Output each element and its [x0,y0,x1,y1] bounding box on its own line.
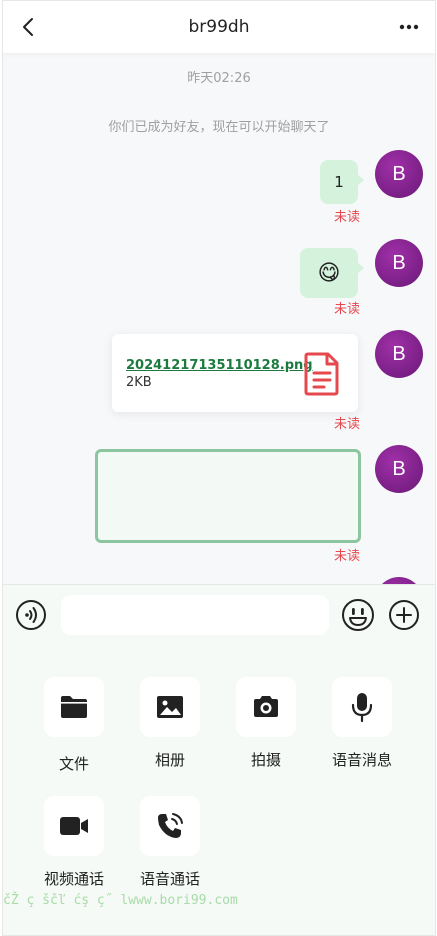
message-bubble-text[interactable]: 1 [320,160,364,204]
avatar[interactable]: B [375,330,423,378]
phone-icon [158,813,183,838]
chat-header: br99dh [3,1,435,53]
file-name-link[interactable]: 20241217135110128.png [126,358,313,373]
app-frame: br99dh 昨天02:26 你们已成为好友，现在可以开始聊天了 1 B 未读 … [2,0,436,936]
unread-status: 未读 [333,302,360,317]
tool-voice-message[interactable]: 语音消息 [316,677,408,770]
tool-tile[interactable] [44,796,104,856]
empty-message-bubble[interactable] [95,449,361,543]
microphone-icon [351,693,373,723]
tool-label: 拍摄 [250,751,281,769]
image-icon [157,696,183,718]
tool-video-call[interactable]: 视频通话 [28,796,120,889]
tool-label: 语音通话 [139,870,200,888]
message-input-bar [3,584,435,645]
avatar[interactable]: B [375,445,423,493]
folder-icon [61,696,87,718]
avatar[interactable]: B [375,239,423,287]
file-size: 2KB [126,375,152,390]
watermark-text: čŽ ç ščľ ćş ç˝ lwww.bori99.com [3,893,238,908]
tool-tile[interactable] [332,677,392,737]
tool-tile[interactable] [140,677,200,737]
attachment-panel: 文件 相册 拍摄 语音消息 视频通话 语音通话 [3,645,435,935]
tool-camera[interactable]: 拍摄 [220,677,312,770]
back-arrow-icon[interactable] [17,15,41,39]
tool-label: 相册 [154,751,185,769]
document-icon [304,352,339,396]
emoji-icon[interactable] [341,598,375,632]
unread-status: 未读 [333,210,360,225]
plus-icon[interactable] [388,599,420,631]
tool-tile[interactable] [236,677,296,737]
message-input[interactable] [61,595,329,635]
message-bubble-emoji[interactable]: 😋 [300,248,364,298]
unread-status: 未读 [333,417,360,432]
tool-album[interactable]: 相册 [124,677,216,770]
more-options-icon[interactable] [397,15,421,39]
file-message-card[interactable]: 20241217135110128.png 2KB [112,334,358,412]
unread-status: 未读 [333,549,360,564]
tool-voice-call[interactable]: 语音通话 [124,796,216,889]
tool-label: 视频通话 [43,870,104,888]
avatar[interactable]: B [375,150,423,198]
camera-icon [254,696,278,717]
voice-toggle-icon[interactable] [15,599,47,631]
tool-label: 语音消息 [331,751,392,769]
tool-tile[interactable] [140,796,200,856]
chat-title: br99dh [188,17,250,37]
system-message: 你们已成为好友，现在可以开始聊天了 [108,120,330,135]
tool-file[interactable]: 文件 [28,677,120,774]
message-timestamp: 昨天02:26 [187,71,251,86]
video-camera-icon [60,817,88,835]
tool-tile[interactable] [44,677,104,737]
tool-label: 文件 [58,755,89,773]
